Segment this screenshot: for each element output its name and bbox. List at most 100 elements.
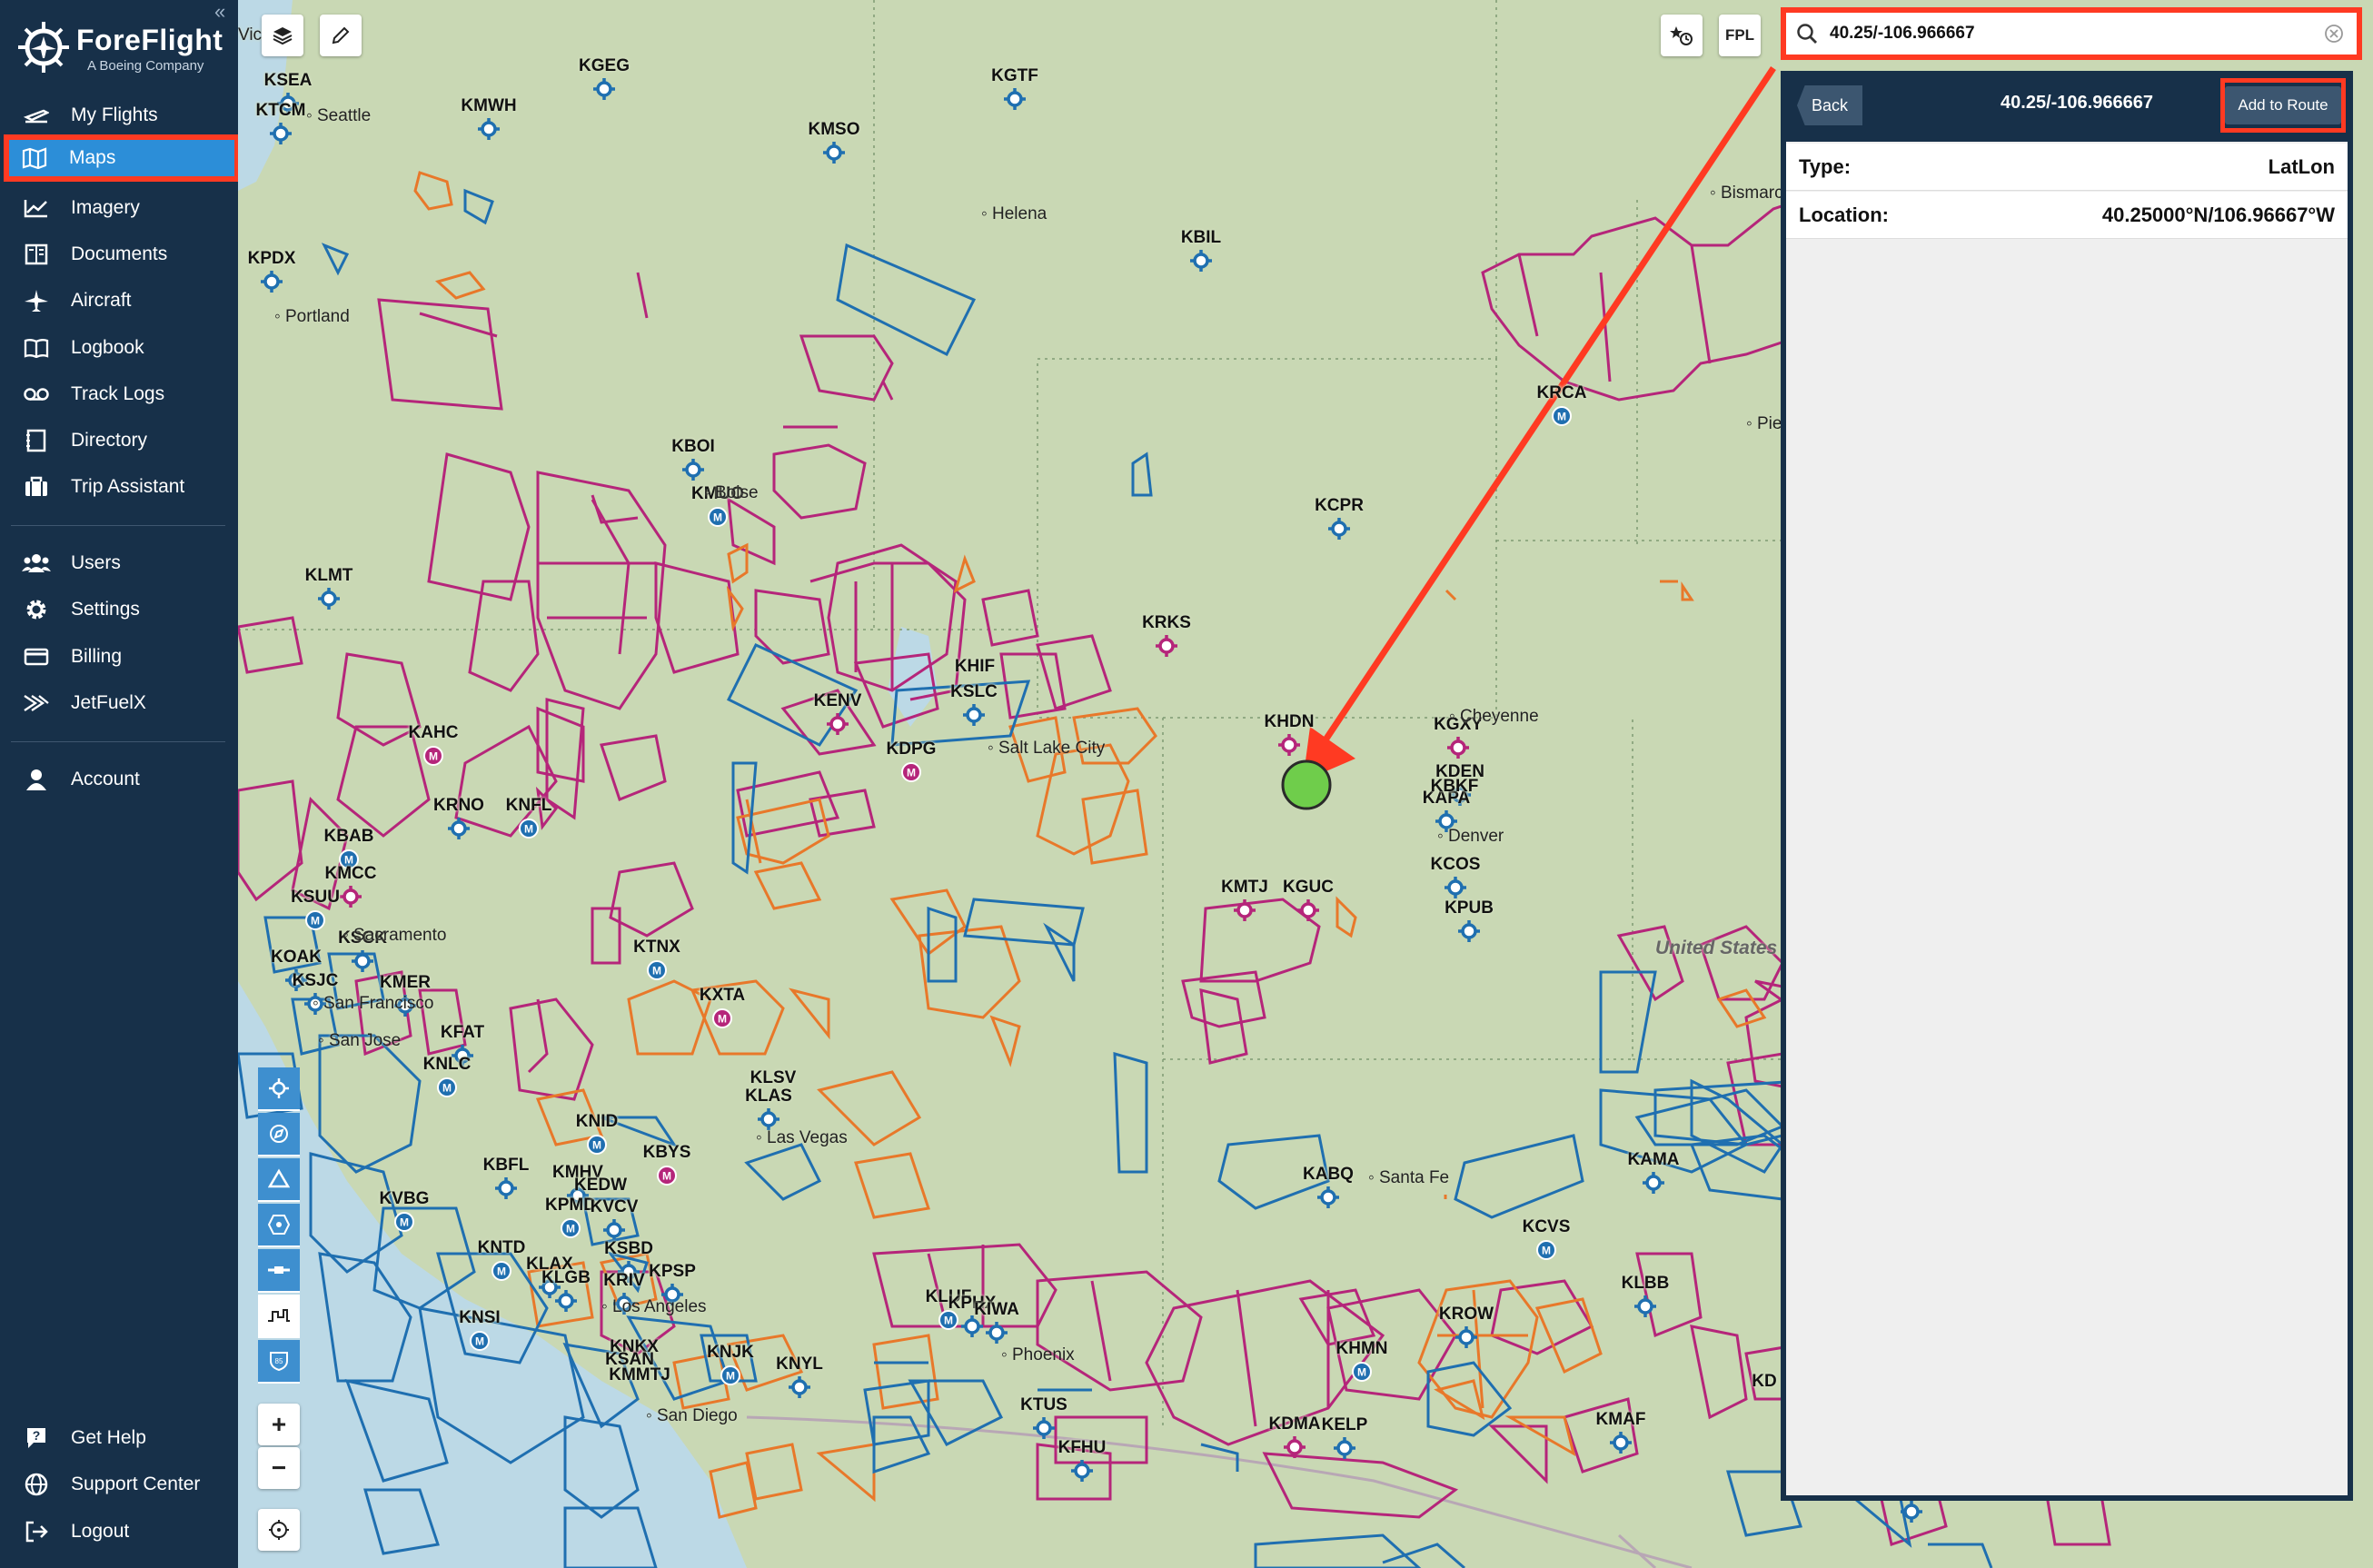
airport-label[interactable]: KLSV [750, 1068, 797, 1088]
airport-label[interactable]: KMTJ [1221, 878, 1268, 898]
airport-label[interactable]: KVCV [591, 1197, 639, 1217]
airport-label[interactable]: KMWH [461, 96, 516, 116]
draw-button[interactable] [320, 15, 362, 56]
airport-marker-icon[interactable]: M [585, 1133, 609, 1156]
airport-label[interactable]: KPSP [649, 1262, 696, 1282]
nav-trip-assistant[interactable]: Trip Assistant [9, 467, 238, 507]
airport-label[interactable]: KENV [814, 691, 862, 711]
nav-my-flights[interactable]: My Flights [9, 95, 238, 135]
airport-marker-icon[interactable] [1327, 517, 1351, 541]
airport-label[interactable]: KNLC [423, 1055, 472, 1075]
airport-marker-icon[interactable] [1233, 898, 1256, 922]
airport-marker-icon[interactable] [1155, 634, 1178, 658]
airport-marker-icon[interactable] [1633, 1295, 1657, 1318]
nav-logout[interactable]: Logout [9, 1512, 238, 1552]
profile-view-button[interactable] [258, 1295, 300, 1338]
airport-marker-icon[interactable]: M [422, 744, 445, 768]
airport-label[interactable]: KBKF [1431, 777, 1479, 797]
airport-label[interactable]: KIWA [974, 1300, 1019, 1320]
airport-marker-icon[interactable]: M [559, 1216, 582, 1240]
airport-label[interactable]: KD [1752, 1372, 1776, 1392]
airport-marker-icon[interactable] [826, 712, 849, 736]
airport-label[interactable]: KSJC [293, 971, 339, 991]
airport-label[interactable]: KSUU [291, 888, 340, 908]
airport-label[interactable]: KABQ [1303, 1165, 1354, 1185]
airport-label[interactable]: KBAB [324, 827, 374, 847]
airport-marker-icon[interactable]: M [719, 1364, 742, 1387]
airport-label[interactable]: KRCA [1537, 383, 1587, 403]
nav-get-help[interactable]: ? Get Help [9, 1418, 238, 1458]
airport-marker-icon[interactable] [260, 270, 283, 293]
zoom-in-button[interactable]: + [258, 1404, 300, 1445]
airport-label[interactable]: KLMT [305, 566, 353, 586]
airport-marker-icon[interactable] [1457, 919, 1481, 943]
airport-label[interactable]: KPUB [1445, 898, 1494, 918]
airport-label[interactable]: KDPG [887, 739, 937, 759]
airport-marker-icon[interactable] [1032, 1416, 1056, 1440]
airport-label[interactable]: KNFL [506, 796, 552, 816]
airport-label[interactable]: KVBG [380, 1189, 430, 1209]
airport-label[interactable]: KLGB [541, 1268, 591, 1288]
airport-label[interactable]: KBYS [643, 1143, 691, 1163]
airport-marker-icon[interactable] [447, 817, 471, 840]
airport-label[interactable]: KGTF [991, 66, 1038, 86]
nav-directory[interactable]: Directory [9, 421, 238, 461]
nav-logbook[interactable]: Logbook [9, 328, 238, 368]
airport-marker-icon[interactable] [1277, 733, 1301, 757]
airport-label[interactable]: KMCC [325, 864, 377, 884]
fpl-button[interactable]: FPL [1719, 15, 1761, 56]
airport-label[interactable]: KNSI [459, 1308, 500, 1328]
airport-label[interactable]: KGEG [579, 56, 630, 76]
airport-marker-icon[interactable]: M [490, 1259, 513, 1283]
airport-marker-icon[interactable] [1900, 1500, 1923, 1523]
airport-label[interactable]: KCVS [1523, 1217, 1571, 1237]
airport-marker-icon[interactable] [788, 1375, 811, 1399]
airport-marker-icon[interactable]: M [899, 760, 923, 784]
airport-marker-icon[interactable]: M [517, 817, 541, 840]
airport-marker-icon[interactable] [1003, 87, 1027, 111]
airway-button[interactable] [258, 1249, 300, 1293]
airport-label[interactable]: KHMN [1336, 1339, 1388, 1359]
airport-marker-icon[interactable]: M [710, 1007, 734, 1030]
airport-label[interactable]: KMMTJ [609, 1365, 670, 1385]
highway-button[interactable]: 85 [258, 1340, 300, 1384]
airport-label[interactable]: KNTD [478, 1238, 526, 1258]
airport-label[interactable]: KNJK [707, 1343, 754, 1363]
center-location-button[interactable] [258, 1509, 300, 1551]
airport-marker-icon[interactable] [1444, 876, 1467, 899]
foreflight-logo[interactable]: ForeFlight A Boeing Company [16, 20, 234, 78]
airport-label[interactable]: KNYL [776, 1355, 823, 1374]
airport-marker-icon[interactable]: M [1534, 1238, 1558, 1262]
airport-label[interactable]: KRIV [603, 1271, 644, 1291]
zoom-out-button[interactable]: − [258, 1447, 300, 1489]
airport-marker-icon[interactable] [554, 1289, 578, 1313]
airport-label[interactable]: KMER [380, 973, 431, 993]
airport-marker-icon[interactable] [1189, 249, 1213, 273]
airport-marker-icon[interactable] [985, 1321, 1008, 1345]
airport-marker-icon[interactable] [1642, 1171, 1665, 1195]
airport-marker-icon[interactable]: M [706, 505, 730, 529]
vor-button[interactable] [258, 1204, 300, 1247]
clear-search-icon[interactable] [2324, 24, 2344, 44]
airport-marker-icon[interactable] [681, 458, 705, 481]
airport-marker-icon[interactable]: M [392, 1210, 416, 1234]
airport-label[interactable]: KBOI [671, 437, 715, 457]
airport-marker-icon[interactable]: M [468, 1329, 491, 1353]
airport-label[interactable]: KBFL [483, 1156, 530, 1176]
favorites-recents-button[interactable] [1661, 15, 1703, 56]
nav-settings[interactable]: Settings [9, 590, 238, 630]
airport-marker-icon[interactable] [962, 703, 986, 727]
airport-label[interactable]: KNID [576, 1112, 618, 1132]
airport-marker-icon[interactable] [592, 77, 616, 101]
airport-marker-icon[interactable] [1333, 1436, 1356, 1460]
nav-billing[interactable]: Billing [9, 637, 238, 677]
add-to-route-highlight[interactable]: Add to Route [2220, 78, 2346, 133]
airport-label[interactable]: KGUC [1283, 878, 1334, 898]
airport-marker-icon[interactable]: M [435, 1076, 459, 1099]
airport-label[interactable]: KFAT [441, 1023, 484, 1043]
airport-label[interactable]: KTNX [633, 938, 680, 958]
back-button[interactable]: Back [1797, 85, 1862, 125]
airport-marker-icon[interactable] [822, 141, 846, 164]
nav-jetfuelx[interactable]: JetFuelX [9, 683, 238, 723]
airport-label[interactable]: KCOS [1431, 855, 1481, 875]
